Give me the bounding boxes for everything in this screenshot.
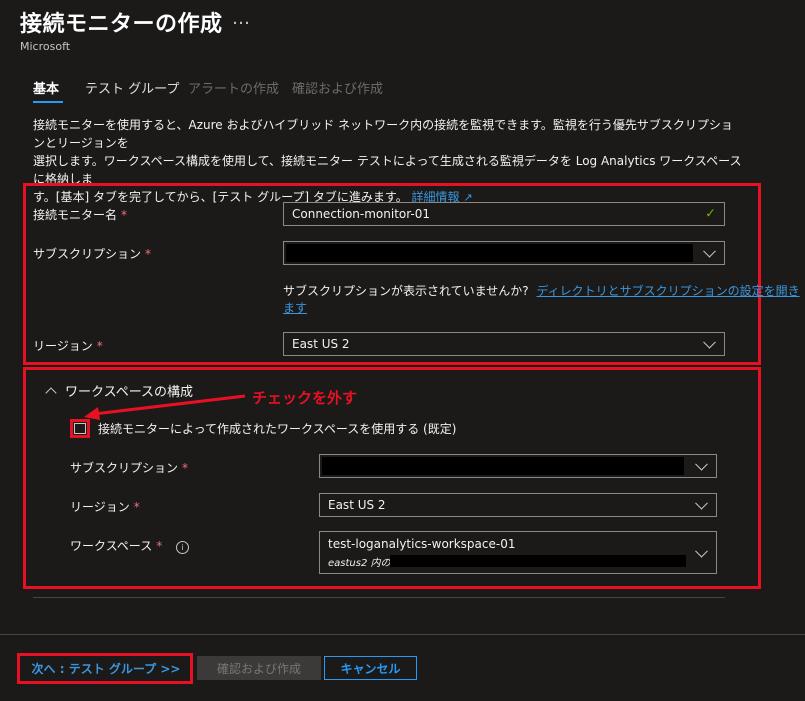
tab-create-alert: アラートの作成 [188,82,280,97]
workspace-label: ワークスペース * i [70,537,190,554]
region-label: リージョン * [33,339,103,353]
tab-basics[interactable]: 基本 [33,78,59,97]
workspace-dropdown[interactable]: test-loganalytics-workspace-01 eastus2 内… [319,531,717,574]
required-mark: * [156,539,163,553]
redacted-value [390,554,686,567]
region-dropdown[interactable]: East US 2 [283,332,725,356]
active-tab-indicator [33,101,63,103]
subscription-hint-text: サブスクリプションが表示されていませんか? [283,284,529,298]
connection-monitor-name-input[interactable]: Connection-monitor-01 ✓ [283,202,725,226]
tab-test-groups[interactable]: テスト グループ [85,78,179,97]
use-default-workspace-checkbox[interactable] [74,423,86,434]
chevron-down-icon [695,457,708,471]
required-mark: * [133,500,140,514]
connection-monitor-name-value: Connection-monitor-01 [292,207,431,221]
page-title: 接続モニターの作成 [20,12,223,37]
subscription-dropdown[interactable] [283,241,725,265]
cancel-button[interactable]: キャンセル [324,656,417,680]
chevron-up-icon [45,387,57,399]
region-value: East US 2 [292,337,350,351]
workspace-subscription-label: サブスクリプション * [70,461,189,475]
chevron-down-icon [703,335,716,349]
publisher-label: Microsoft [20,40,71,53]
workspace-region-value: East US 2 [328,498,386,512]
required-mark: * [121,208,128,222]
use-default-workspace-label: 接続モニターによって作成されたワークスペースを使用する (既定) [98,422,457,436]
checkmark-icon: ✓ [705,206,716,222]
required-mark: * [182,461,189,475]
review-create-button: 確認および作成 [197,656,321,680]
subscription-hint: サブスクリプションが表示されていませんか? ディレクトリとサブスクリプションの設… [283,282,805,316]
description-line-1: 接続モニターを使用すると、Azure およびハイブリッド ネットワーク内の接続を… [33,118,733,150]
subscription-label: サブスクリプション * [33,247,152,261]
required-mark: * [145,247,152,261]
redacted-value [286,244,693,262]
chevron-down-icon [703,244,716,258]
info-icon[interactable]: i [176,541,190,554]
workspace-subscription-dropdown[interactable] [319,454,717,478]
divider [33,597,725,598]
annotation-label: チェックを外す [252,389,358,407]
workspace-region-label: リージョン * [70,500,140,514]
tab-review-create: 確認および作成 [292,82,384,97]
footer-divider [0,634,805,635]
annotation-arrow [84,394,246,420]
workspace-value: test-loganalytics-workspace-01 [328,536,516,551]
required-mark: * [96,339,103,353]
next-test-groups-button[interactable]: 次へ : テスト グループ >> [28,656,184,680]
connection-monitor-name-label: 接続モニター名 * [33,208,128,222]
redacted-value [322,457,684,475]
workspace-subtext-label: eastus2 内の [328,557,391,569]
chevron-down-icon [695,496,708,510]
workspace-region-dropdown[interactable]: East US 2 [319,493,717,517]
more-options-icon[interactable]: … [232,8,250,29]
workspace-subtext: eastus2 内の [328,554,708,569]
